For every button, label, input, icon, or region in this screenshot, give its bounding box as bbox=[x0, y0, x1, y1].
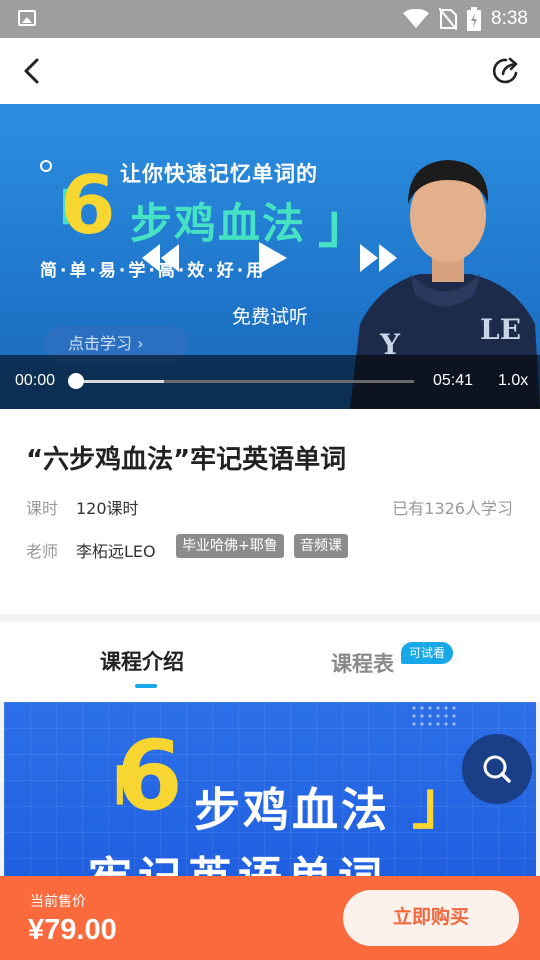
course-intro-image: 「 6 步鸡血法 」 牢记英语单词 bbox=[4, 702, 536, 882]
tab-schedule[interactable]: 课程表 bbox=[331, 648, 394, 678]
learner-count: 已有1326人学习 bbox=[392, 499, 513, 518]
video-player[interactable]: 让你快速记忆单词的 「 6 步鸡血法 」 简·单·易·学·高·效·好·用 点击学… bbox=[0, 104, 540, 409]
total-time: 05:41 bbox=[433, 372, 474, 389]
dot-pattern bbox=[410, 704, 460, 728]
teacher-name: 李柘远LEO bbox=[76, 542, 156, 561]
play-icon[interactable] bbox=[259, 242, 287, 274]
battery-icon bbox=[467, 7, 482, 31]
speed-button[interactable]: 1.0x bbox=[498, 372, 528, 390]
banner-number: 6 bbox=[60, 159, 116, 252]
nav-bar bbox=[0, 38, 540, 104]
price-label: 当前售价 bbox=[30, 894, 86, 910]
tag-audio-course: 音频课 bbox=[294, 534, 348, 558]
wifi-icon bbox=[403, 9, 430, 28]
price-value: ¥79.00 bbox=[28, 914, 117, 946]
video-controls: 00:00 05:41 1.0x bbox=[0, 355, 540, 409]
decor-ring bbox=[40, 160, 52, 172]
back-arrow-icon[interactable] bbox=[16, 54, 50, 88]
hours-value: 120课时 bbox=[76, 499, 139, 518]
status-time: 8:38 bbox=[491, 8, 528, 29]
share-icon[interactable] bbox=[490, 55, 522, 87]
buffered-bar bbox=[76, 380, 164, 383]
hours-label: 课时 bbox=[26, 499, 59, 518]
intro-number: 6 bbox=[116, 720, 183, 832]
search-icon bbox=[483, 755, 511, 783]
zoom-button[interactable] bbox=[462, 734, 532, 804]
trial-badge: 可试看 bbox=[401, 642, 454, 664]
course-title: “六步鸡血法”牢记英语单词 bbox=[26, 445, 347, 475]
free-trial-label: 免费试听 bbox=[231, 306, 308, 328]
buy-now-button[interactable]: 立即购买 bbox=[343, 890, 519, 946]
status-bar: 8:38 bbox=[0, 0, 540, 38]
purchase-bar: 当前售价 ¥79.00 立即购买 bbox=[0, 876, 540, 960]
teacher-label: 老师 bbox=[26, 542, 59, 561]
progress-thumb[interactable] bbox=[68, 373, 84, 389]
rewind-icon[interactable] bbox=[142, 244, 180, 272]
progress-track[interactable] bbox=[76, 380, 414, 383]
banner-subtitle: 让你快速记忆单词的 bbox=[120, 162, 318, 186]
fast-forward-icon[interactable] bbox=[360, 244, 398, 272]
tab-course-intro[interactable]: 课程介绍 bbox=[100, 646, 184, 676]
current-time: 00:00 bbox=[15, 372, 56, 389]
status-icons: 8:38 bbox=[403, 0, 528, 38]
course-info: “六步鸡血法”牢记英语单词 课时 120课时 已有1326人学习 老师 李柘远L… bbox=[0, 409, 540, 614]
intro-title: 步鸡血法 bbox=[194, 783, 390, 837]
tab-active-indicator bbox=[135, 684, 157, 688]
tag-harvard-yale: 毕业哈佛+耶鲁 bbox=[176, 534, 284, 558]
no-sim-icon bbox=[439, 8, 458, 30]
image-icon bbox=[18, 10, 36, 26]
tab-bar: 课程介绍 课程表 可试看 bbox=[0, 622, 540, 702]
